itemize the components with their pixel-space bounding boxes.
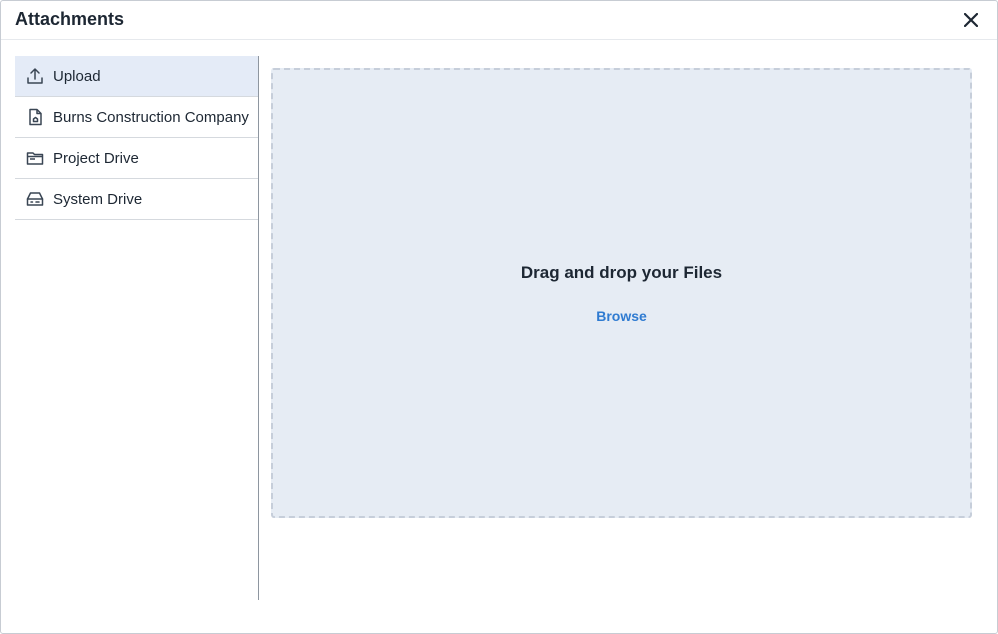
dropzone-title: Drag and drop your Files <box>520 263 723 282</box>
sidebar: Upload Burns Construction Company Projec… <box>15 56 259 600</box>
upload-icon <box>25 66 45 86</box>
sidebar-item-system-drive[interactable]: System Drive <box>15 179 258 220</box>
drive-icon <box>25 189 45 209</box>
close-button[interactable] <box>961 10 981 30</box>
sidebar-item-project-drive[interactable]: Project Drive <box>15 138 258 179</box>
sidebar-item-burns-construction-company[interactable]: Burns Construction Company <box>15 97 258 138</box>
browse-link[interactable]: Browse <box>596 308 647 324</box>
sidebar-item-label: System Drive <box>53 190 143 208</box>
sidebar-item-label: Burns Construction Company <box>53 108 249 126</box>
dialog-title: Attachments <box>15 9 125 29</box>
dialog-header: Attachments <box>1 1 997 40</box>
attachments-dialog: Attachments Upload Burns Construction Co… <box>0 0 998 634</box>
sidebar-item-upload[interactable]: Upload <box>15 56 258 97</box>
sidebar-item-label: Project Drive <box>53 149 139 167</box>
file-dropzone[interactable]: Drag and drop your Files Browse <box>271 68 972 518</box>
folder-icon <box>25 148 45 168</box>
close-icon <box>964 13 978 27</box>
sidebar-item-label: Upload <box>53 67 101 85</box>
company-file-icon <box>25 107 45 127</box>
